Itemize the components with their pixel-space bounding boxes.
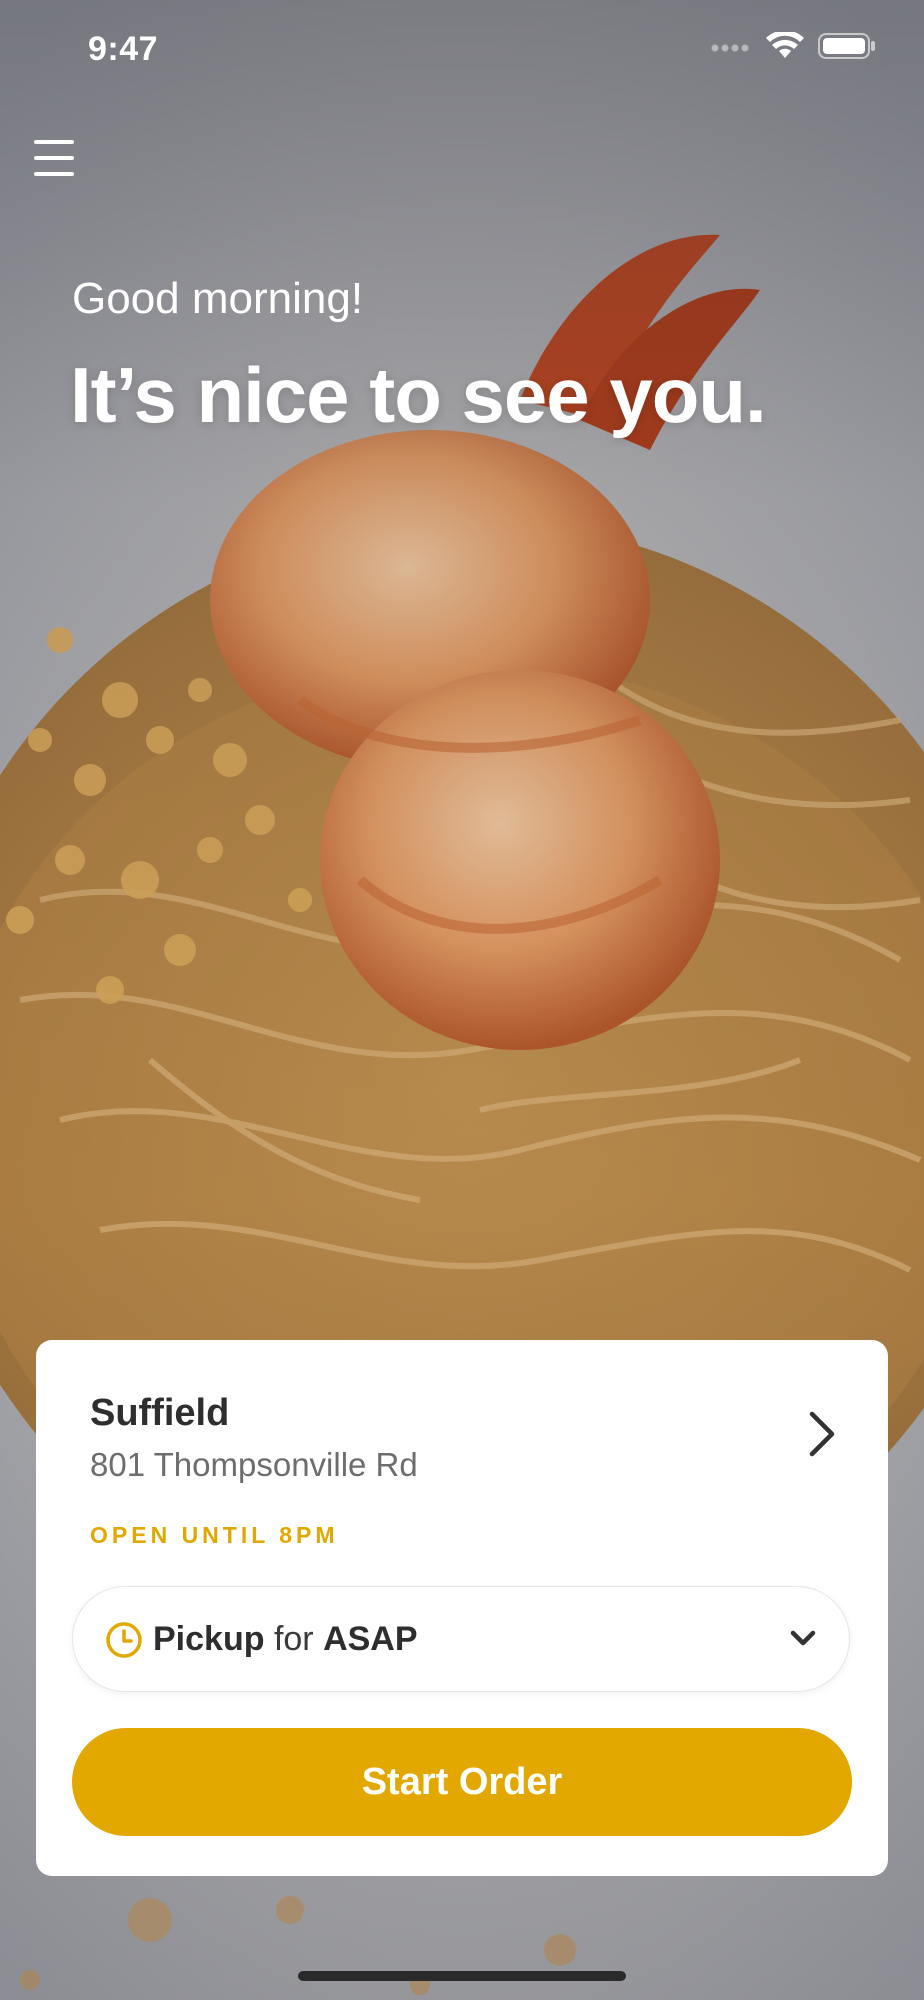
hamburger-menu-icon[interactable] <box>34 140 74 176</box>
battery-icon <box>818 32 876 65</box>
status-bar: 9:47 <box>0 0 924 100</box>
chevron-down-icon <box>789 1627 817 1649</box>
wifi-icon <box>766 30 804 65</box>
start-order-button[interactable]: Start Order <box>72 1728 852 1836</box>
signal-icon <box>710 39 752 58</box>
status-time: 9:47 <box>88 30 159 68</box>
greeting-title: It’s nice to see you. <box>70 351 767 439</box>
clock-icon <box>105 1621 143 1659</box>
menu-line <box>34 140 74 144</box>
order-mode: Pickup <box>153 1620 265 1658</box>
order-connector: for <box>273 1620 314 1658</box>
menu-line <box>34 156 74 160</box>
menu-line <box>34 172 74 176</box>
location-card: Suffield 801 Thompsonville Rd OPEN UNTIL… <box>36 1340 888 1876</box>
store-address: 801 Thompsonville Rd <box>90 1446 418 1483</box>
store-name: Suffield <box>90 1392 230 1434</box>
home-indicator[interactable] <box>298 1971 626 1981</box>
store-hours: OPEN UNTIL 8PM <box>90 1522 339 1548</box>
greeting-subtitle: Good morning! <box>72 274 364 323</box>
order-type-dropdown[interactable]: Pickup for ASAP <box>72 1586 850 1692</box>
status-icons <box>710 30 876 65</box>
order-time: ASAP <box>323 1620 418 1658</box>
chevron-right-icon[interactable] <box>804 1408 840 1460</box>
order-type-label: Pickup for ASAP <box>153 1620 418 1659</box>
